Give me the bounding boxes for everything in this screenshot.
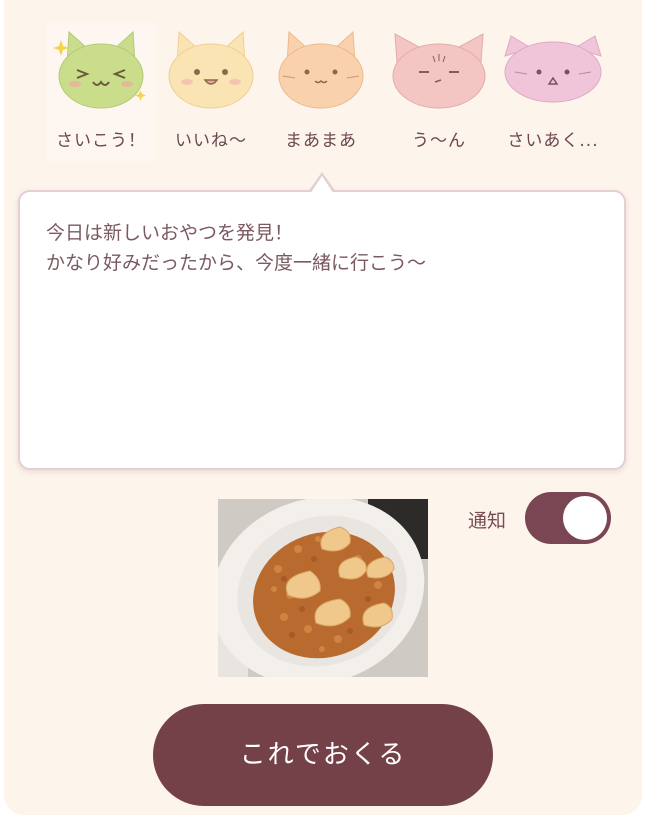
mood-label-hmm: う〜ん [412, 131, 466, 151]
toggle-knob [563, 496, 607, 540]
mood-option-worst[interactable]: さいあく... [498, 22, 608, 162]
notification-setting: 通知 [468, 492, 618, 546]
mood-selector: さいこう！ いいね〜 まあまあ う〜ん さいあく... [4, 22, 642, 162]
mood-label-good: いいね〜 [175, 131, 247, 151]
mood-label-okay: まあまあ [285, 131, 357, 151]
cat-very-happy-icon [53, 30, 146, 109]
mood-option-good[interactable]: いいね〜 [156, 22, 266, 162]
message-bubble: 今日は新しいおやつを発見！ かなり好みだったから、今度一緒に行こう〜 [18, 190, 626, 470]
mood-option-hmm[interactable]: う〜ん [384, 22, 494, 162]
bubble-tail-fill [310, 176, 334, 194]
attached-photo[interactable] [218, 499, 428, 677]
mood-label-best: さいこう！ [56, 131, 146, 151]
notification-label: 通知 [468, 510, 507, 532]
mood-option-best[interactable]: さいこう！ [46, 22, 156, 162]
cat-worst-icon [504, 35, 602, 103]
post-screen: さいこう！ いいね〜 まあまあ う〜ん さいあく... 今日は新しいおやつを発見… [4, 0, 642, 815]
message-input[interactable]: 今日は新しいおやつを発見！ かなり好みだったから、今度一緒に行こう〜 [46, 218, 604, 448]
cat-unsure-icon [392, 33, 486, 109]
cat-neutral-icon [278, 30, 364, 109]
notification-toggle[interactable] [525, 492, 611, 544]
cat-happy-icon [168, 30, 254, 109]
food-photo [218, 499, 428, 677]
mood-option-okay[interactable]: まあまあ [266, 22, 376, 162]
send-button[interactable]: これでおくる [153, 704, 493, 806]
mood-label-worst: さいあく... [507, 131, 599, 151]
